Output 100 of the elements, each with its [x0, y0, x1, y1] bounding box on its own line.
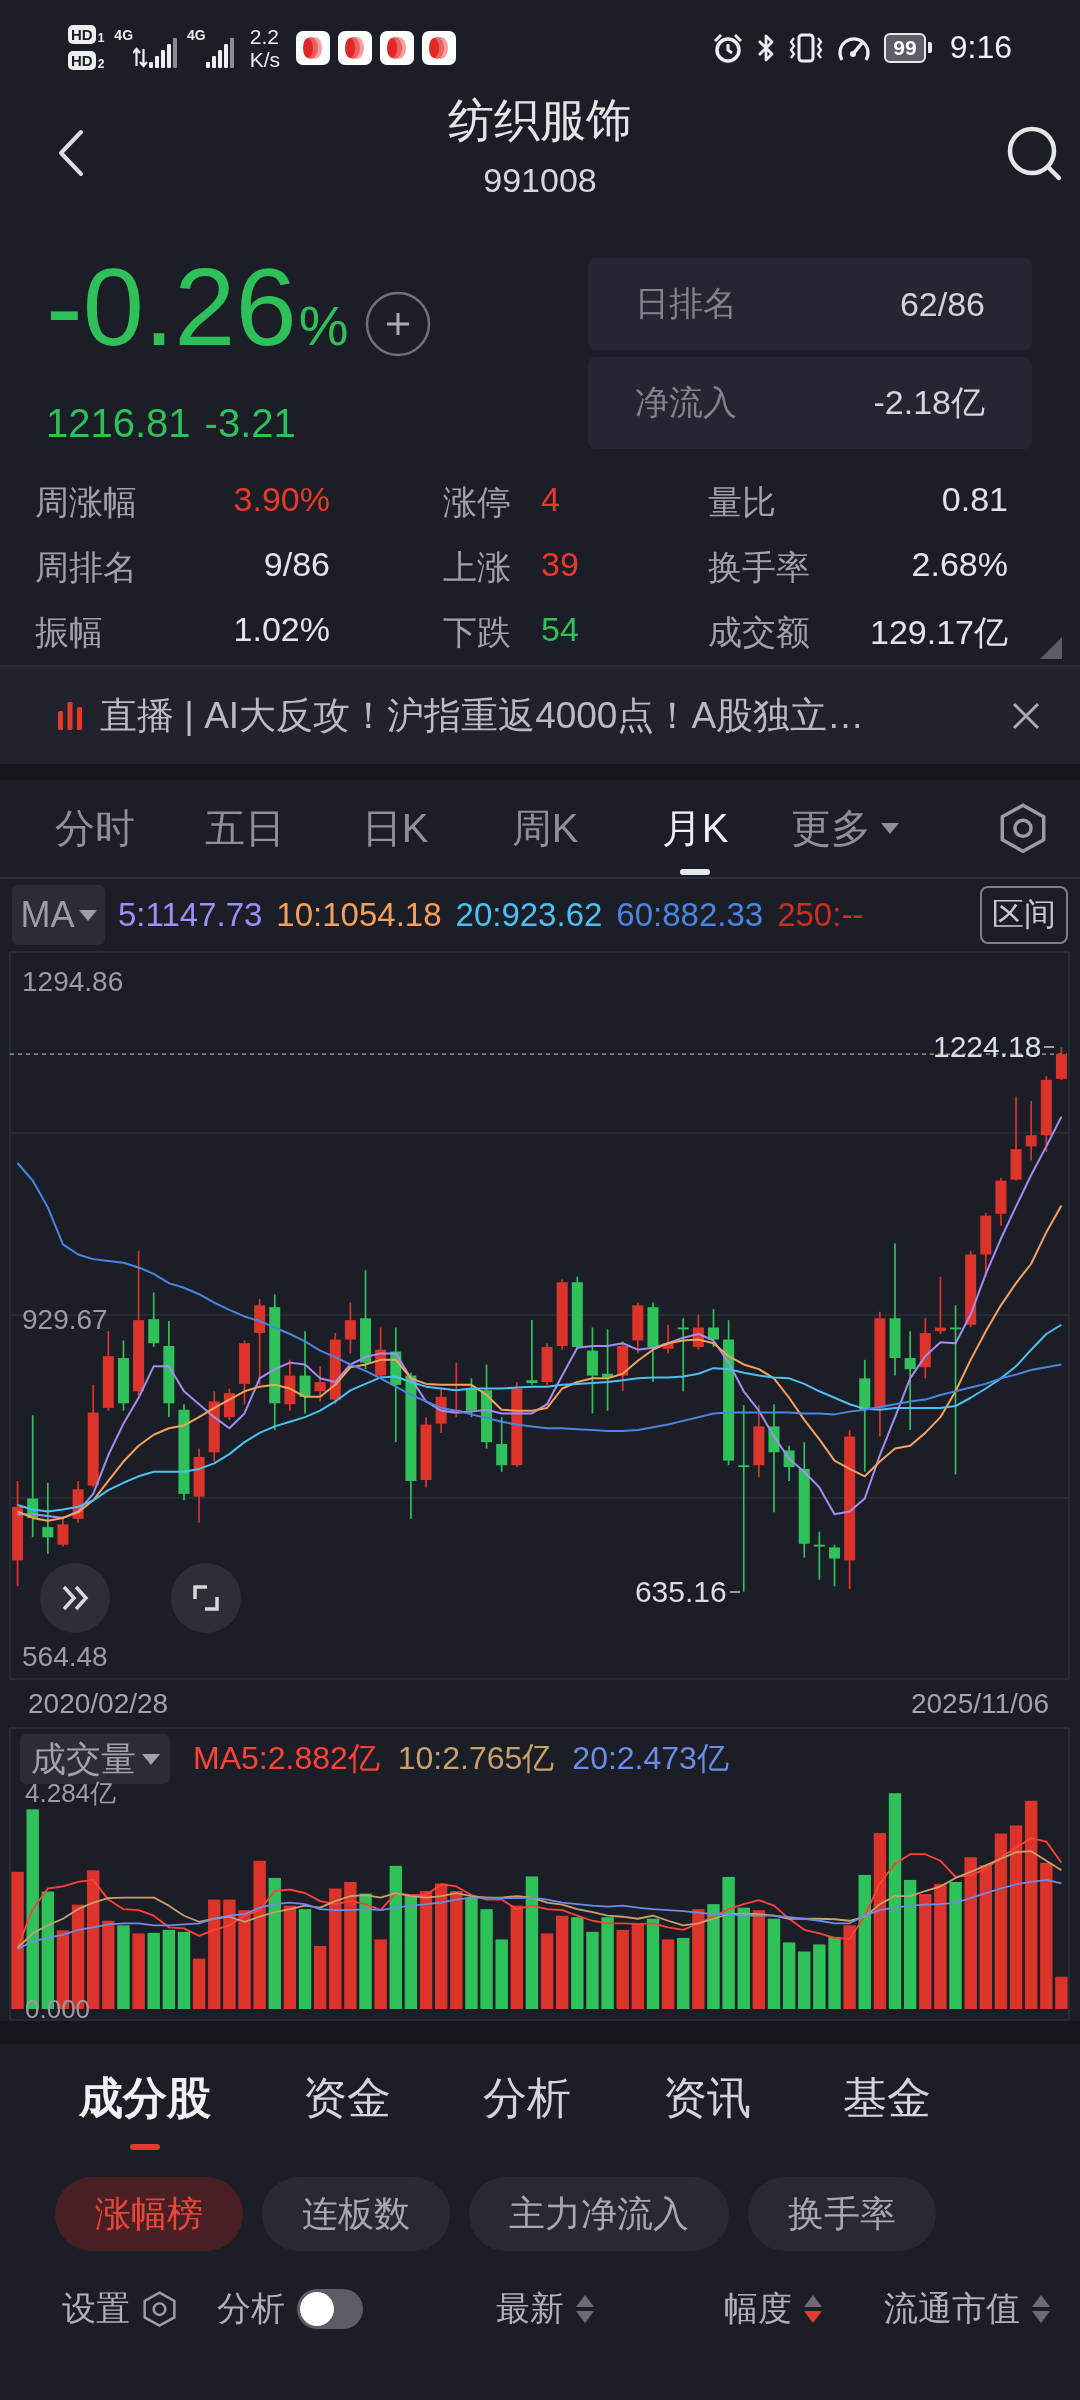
battery-indicator: 99 [884, 32, 932, 63]
filter-chip[interactable]: 涨幅榜 [55, 2177, 243, 2251]
chart-period-tab[interactable]: 日K [320, 780, 470, 877]
chart-period-tab[interactable]: 分时 [20, 780, 170, 877]
candlestick [829, 1543, 840, 1588]
sim-slot-number: 1 [97, 32, 105, 44]
network-type-label: 4G [187, 27, 206, 42]
moving-average-value: 5:1147.73 [118, 896, 263, 934]
sim-slot-number: 2 [97, 58, 105, 70]
end-date: 2025/11/06 [910, 1687, 1049, 1720]
volume-average-value: 20:2.473亿 [572, 1739, 729, 1778]
chart-period-tab[interactable]: 更多 [770, 780, 920, 877]
search-icon[interactable] [1005, 124, 1063, 182]
axis-label: 929.67 [22, 1303, 108, 1336]
section-tab[interactable]: 成分股 [79, 2044, 211, 2152]
double-chevron-icon[interactable] [40, 1563, 110, 1633]
card-label: 净流入 [635, 382, 737, 423]
network-type-label: 4G [114, 27, 134, 42]
candlestick [526, 1319, 538, 1386]
candlestick [284, 1359, 296, 1412]
candlestick [435, 1387, 447, 1434]
close-icon[interactable] [1012, 701, 1040, 730]
indicator-selector[interactable]: MA [12, 885, 105, 945]
stat-value: 0.81 [941, 479, 1008, 520]
chart-period-tab[interactable]: 月K [620, 780, 770, 877]
candlestick [692, 1313, 704, 1351]
stat-value: 39 [541, 544, 579, 585]
app-notification-icon [422, 30, 457, 65]
stat-value: 2.68% [911, 544, 1008, 585]
filter-chip[interactable]: 主力净流入 [469, 2177, 729, 2251]
volume-bar [1055, 1976, 1068, 2009]
sort-column-header[interactable]: 流通市值 [884, 2286, 1050, 2332]
page-title: 纺织服饰 [448, 95, 632, 145]
caret-icon [141, 1753, 160, 1765]
stat-value: 1.02% [233, 609, 330, 650]
range-button[interactable]: 区间 [980, 886, 1068, 944]
settings-icon[interactable] [143, 2290, 176, 2328]
filter-chip[interactable]: 换手率 [748, 2177, 936, 2251]
hd-badge: HD [68, 51, 96, 70]
chart-period-tab[interactable]: 五日 [170, 780, 320, 877]
change-percent: -0.26 [46, 257, 297, 357]
caret-icon [881, 823, 899, 834]
hd-badge: HD [68, 25, 96, 44]
candlestick [980, 1212, 992, 1278]
candlestick [919, 1317, 931, 1380]
axis-label: 564.48 [22, 1641, 108, 1673]
news-ticker-bar[interactable]: 直播 | AI大反攻！沪指重返4000点！A股独立… [0, 667, 1080, 764]
volume-average-value: 10:2.765亿 [397, 1739, 555, 1778]
stat-label: 振幅 [35, 611, 103, 653]
sort-column-header[interactable]: 最新 [496, 2286, 594, 2332]
candlestick [465, 1377, 477, 1418]
stat-label: 涨停 [443, 481, 511, 523]
candlestick [148, 1291, 160, 1348]
stat-label: 下跌 [443, 611, 511, 653]
stat-label: 成交额 [708, 611, 810, 653]
candlestick [934, 1275, 946, 1335]
chart-period-tab[interactable]: 周K [470, 780, 620, 877]
corner-triangle-icon[interactable] [1040, 637, 1062, 659]
sort-column-header[interactable]: 幅度 [724, 2286, 822, 2332]
axis-label: 1294.86 [22, 966, 124, 998]
candlestick [496, 1416, 508, 1473]
vibrate-icon [788, 31, 825, 64]
section-tab[interactable]: 分析 [483, 2044, 571, 2152]
toggle-switch[interactable] [297, 2289, 363, 2329]
candlestick [708, 1308, 719, 1348]
moving-average-value: 250:-- [777, 896, 864, 934]
stat-label: 量比 [708, 481, 776, 523]
news-headline[interactable]: 直播 | AI大反攻！沪指重返4000点！A股独立… [100, 690, 865, 741]
section-tab[interactable]: 资金 [303, 2044, 391, 2152]
volume-bar [798, 1951, 811, 2009]
card-label: 日排名 [635, 283, 737, 324]
candlestick [314, 1365, 326, 1403]
start-date: 2020/02/28 [28, 1687, 169, 1720]
volume-bar [495, 1939, 508, 2009]
stat-value: 4 [541, 479, 560, 520]
stat-value: 9/86 [263, 544, 330, 585]
volume-average-value: MA5:2.882亿 [193, 1739, 380, 1778]
candlestick [72, 1480, 84, 1524]
network-speed-value: 2.2 [249, 24, 280, 48]
section-tab[interactable]: 资讯 [663, 2044, 751, 2152]
stat-value: 3.90% [233, 479, 330, 520]
high-price-label: 1224.18 [932, 1031, 1042, 1064]
corner-brackets-icon[interactable] [171, 1563, 241, 1633]
volume-bar [813, 1944, 826, 2009]
section-tab[interactable]: 基金 [843, 2044, 931, 2152]
candlestick [995, 1176, 1007, 1227]
app-notification-icon [338, 30, 373, 65]
stat-label: 周排名 [35, 546, 137, 588]
candlestick [1055, 1046, 1067, 1081]
filter-chip[interactable]: 连板数 [262, 2177, 450, 2251]
price-change: -3.21 [204, 400, 296, 446]
add-watchlist-icon[interactable] [364, 291, 431, 357]
settings-button[interactable]: 设置 [62, 2286, 176, 2332]
alarm-clock-icon [712, 31, 745, 64]
live-bars-icon [58, 701, 82, 730]
stat-label: 上涨 [443, 546, 511, 588]
moving-average-value: 10:1054.18 [276, 896, 442, 934]
moving-average-value: 60:882.33 [616, 896, 764, 934]
settings-icon[interactable] [1000, 803, 1046, 854]
candlestick [1025, 1100, 1037, 1162]
